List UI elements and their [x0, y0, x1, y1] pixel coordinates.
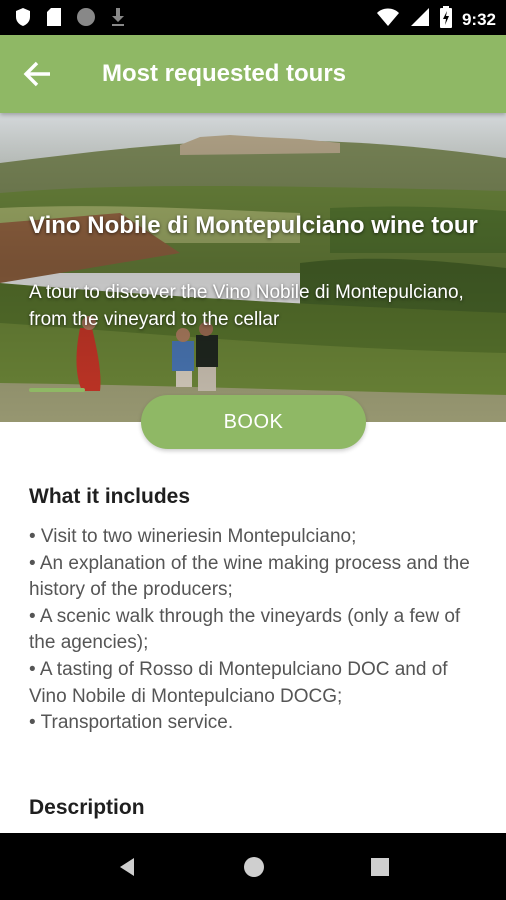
status-time: 9:32 [461, 9, 496, 29]
includes-list: • Visit to two wineriesin Montepulciano;… [29, 524, 489, 737]
back-button[interactable] [22, 58, 56, 90]
status-bar: 9:32 [0, 0, 506, 35]
tour-title: Vino Nobile di Montepulciano wine tour [29, 212, 478, 239]
list-item: • Transportation service. [29, 712, 234, 734]
nav-back-button[interactable] [116, 855, 140, 879]
page-title: Most requested tours [102, 60, 347, 87]
list-item: • A scenic walk through the vineyards (o… [29, 605, 461, 654]
list-item: • Visit to two wineriesin Montepulciano; [29, 526, 357, 547]
list-item: • A tasting of Rosso di Montepulciano DO… [29, 658, 448, 707]
list-item: • An explanation of the wine making proc… [29, 552, 470, 601]
wifi-icon [376, 7, 400, 32]
recents-square-icon [371, 858, 389, 876]
circle-icon [76, 7, 96, 32]
hero-banner[interactable]: Vino Nobile di Montepulciano wine tour A… [0, 113, 506, 422]
description-heading: Description [29, 796, 145, 819]
signal-icon [410, 7, 430, 32]
nav-recents-button[interactable] [368, 855, 392, 879]
app-bar: Most requested tours [0, 35, 506, 113]
system-nav-bar [0, 833, 506, 900]
sd-card-icon [46, 7, 62, 32]
vineyard-landscape-image [0, 113, 506, 422]
back-triangle-icon [120, 858, 134, 876]
home-circle-icon [244, 857, 264, 877]
book-button[interactable]: BOOK [141, 395, 366, 449]
arrow-left-icon [23, 61, 50, 87]
nav-home-button[interactable] [242, 855, 266, 879]
battery-icon [439, 6, 452, 33]
shield-icon [14, 7, 32, 32]
includes-heading: What it includes [29, 485, 191, 508]
hero-accent-bar [29, 388, 85, 392]
download-icon [110, 7, 126, 32]
tour-subtitle: A tour to discover the Vino Nobile di Mo… [29, 282, 464, 330]
